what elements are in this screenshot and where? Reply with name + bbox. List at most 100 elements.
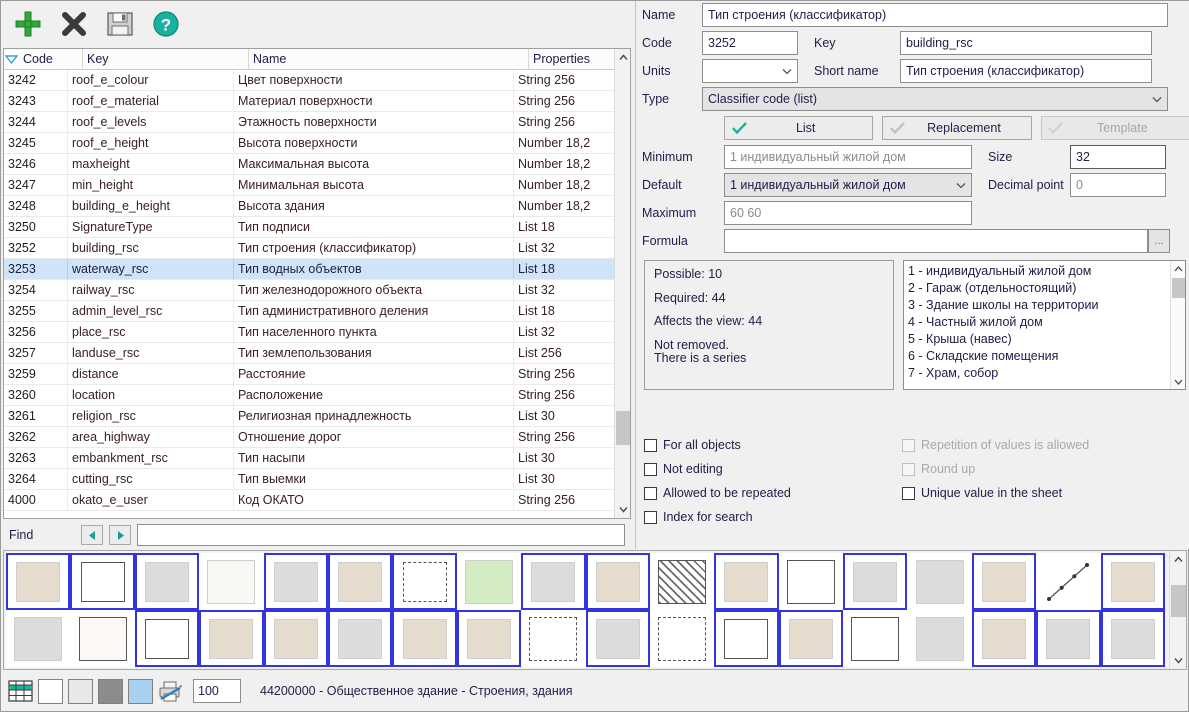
replacement-button[interactable]: Replacement — [882, 116, 1032, 140]
checkbox-for-all-objects[interactable]: For all objects — [644, 438, 902, 452]
palette-swatch[interactable] — [70, 610, 135, 667]
palette-vertical-scrollbar[interactable] — [1169, 551, 1186, 669]
palette-swatch[interactable] — [199, 610, 264, 667]
zoom-input[interactable]: 100 — [193, 679, 241, 703]
decimal-point-input[interactable]: 0 — [1070, 173, 1166, 197]
formula-browse-button[interactable]: ... — [1148, 229, 1170, 253]
checkbox-box[interactable] — [902, 486, 915, 500]
table-row[interactable]: 3255 admin_level_rsc Тип административного… — [4, 301, 630, 322]
palette-swatch[interactable] — [843, 610, 908, 667]
table-row[interactable]: 3257 landuse_rsc Тип землепользования List … — [4, 343, 630, 364]
printer-icon[interactable] — [158, 679, 184, 704]
key-input[interactable]: building_rsc — [900, 31, 1152, 55]
palette-swatch[interactable] — [843, 553, 908, 610]
palette-swatch[interactable] — [199, 553, 264, 610]
checkbox-box[interactable] — [644, 438, 657, 452]
table-row[interactable]: 3262 area_highway Отношение дорог String 25… — [4, 427, 630, 448]
checkbox-box[interactable] — [644, 462, 657, 476]
list-item[interactable]: 4 - Частный жилой дом — [908, 314, 1185, 331]
palette-swatch[interactable] — [649, 610, 715, 667]
list-item[interactable]: 6 - Складские помещения — [908, 348, 1185, 365]
palette-swatch[interactable] — [971, 610, 1037, 667]
table-row[interactable]: 3260 location Расположение String 256 — [4, 385, 630, 406]
scrollbar-thumb[interactable] — [616, 411, 630, 445]
palette-swatch[interactable] — [907, 553, 972, 610]
palette-swatch[interactable] — [456, 610, 522, 667]
palette-swatch[interactable] — [6, 553, 71, 610]
checkbox-box[interactable] — [644, 486, 657, 500]
table-row[interactable]: 3243 roof_e_material Материал поверхности S… — [4, 91, 630, 112]
list-item[interactable]: 2 - Гараж (отдельностоящий) — [908, 280, 1185, 297]
palette-swatch[interactable] — [585, 610, 650, 667]
scroll-down-icon[interactable] — [1171, 374, 1185, 389]
palette-swatch[interactable] — [521, 610, 586, 667]
maximum-input[interactable]: 60 60 — [724, 201, 972, 225]
minimum-input[interactable]: 1 индивидуальный жилой дом — [724, 145, 972, 169]
delete-icon[interactable] — [57, 7, 91, 41]
table-row[interactable]: 3259 distance Расстояние String 256 — [4, 364, 630, 385]
list-item[interactable]: 1 - индивидуальный жилой дом — [908, 263, 1185, 280]
table-row[interactable]: 3250 SignatureType Тип подписи List 18 — [4, 217, 630, 238]
help-icon[interactable]: ? — [149, 7, 183, 41]
palette-swatch[interactable] — [778, 553, 844, 610]
checkbox-allowed-to-be-repeated[interactable]: Allowed to be repeated — [644, 486, 902, 500]
scrollbar-thumb[interactable] — [1172, 278, 1185, 298]
table-row[interactable]: 3261 religion_rsc Религиозная принадлежнос… — [4, 406, 630, 427]
scroll-down-icon[interactable] — [615, 501, 630, 518]
palette-swatch[interactable] — [778, 610, 844, 667]
sort-descending-icon[interactable] — [4, 49, 19, 70]
color-swatch-white[interactable] — [38, 678, 63, 704]
find-input[interactable] — [137, 524, 625, 546]
short-name-input[interactable]: Тип строения (классификатор) — [900, 59, 1152, 83]
palette-swatch[interactable] — [907, 610, 972, 667]
palette-swatch[interactable] — [714, 610, 779, 667]
save-icon[interactable] — [103, 7, 137, 41]
palette-swatch[interactable] — [585, 553, 650, 610]
palette-swatch[interactable] — [263, 553, 328, 610]
scroll-up-icon[interactable] — [615, 49, 630, 66]
column-header-key[interactable]: Key — [83, 49, 249, 70]
color-swatch-light[interactable] — [68, 678, 93, 704]
palette-swatch[interactable] — [521, 553, 586, 610]
add-icon[interactable] — [11, 7, 45, 41]
scroll-down-icon[interactable] — [1170, 652, 1186, 669]
list-item[interactable]: 5 - Крыша (навес) — [908, 331, 1185, 348]
table-vertical-scrollbar[interactable] — [614, 49, 630, 518]
find-previous-icon[interactable] — [81, 525, 103, 545]
checkbox-not-editing[interactable]: Not editing — [644, 462, 902, 476]
table-row[interactable]: 3245 roof_e_height Высота поверхности Numbe… — [4, 133, 630, 154]
table-row[interactable]: 3244 roof_e_levels Этажность поверхности St… — [4, 112, 630, 133]
type-select[interactable]: Classifier code (list) — [702, 87, 1168, 111]
default-select[interactable]: 1 индивидуальный жилой дом — [724, 173, 972, 197]
name-input[interactable]: Тип строения (классификатор) — [702, 3, 1168, 27]
table-row[interactable]: 3248 building_e_height Высота здания Number… — [4, 196, 630, 217]
column-header-code[interactable]: Code — [19, 49, 83, 70]
palette-swatch[interactable] — [6, 610, 71, 667]
classifier-values-list[interactable]: 1 - индивидуальный жилой дом 2 - Гараж (о… — [903, 260, 1186, 390]
palette-swatch[interactable] — [456, 553, 522, 610]
palette-swatch[interactable] — [327, 553, 393, 610]
color-swatch-gray[interactable] — [98, 678, 123, 704]
palette-swatch[interactable] — [392, 610, 457, 667]
list-item[interactable]: 3 - Здание школы на территории — [908, 297, 1185, 314]
column-header-name[interactable]: Name — [249, 49, 529, 70]
palette-swatch[interactable] — [971, 553, 1037, 610]
palette-swatch[interactable] — [263, 610, 328, 667]
table-row[interactable]: 3242 roof_e_colour Цвет поверхности String … — [4, 70, 630, 91]
palette-swatch[interactable] — [134, 610, 200, 667]
palette-swatch[interactable] — [1100, 553, 1166, 610]
table-row[interactable]: 3264 cutting_rsc Тип выемки List 30 — [4, 469, 630, 490]
palette-swatch[interactable] — [134, 553, 200, 610]
palette-swatch[interactable] — [1036, 553, 1101, 610]
code-input[interactable]: 3252 — [702, 31, 798, 55]
palette-swatch[interactable] — [70, 553, 135, 610]
list-vertical-scrollbar[interactable] — [1170, 261, 1185, 389]
color-swatch-blue[interactable] — [128, 678, 153, 704]
palette-swatch[interactable] — [1036, 610, 1101, 667]
palette-swatch[interactable] — [1100, 610, 1166, 667]
list-item[interactable]: 7 - Храм, собор — [908, 365, 1185, 382]
table-row[interactable]: 3253 waterway_rsc Тип водных объектов List … — [4, 259, 630, 280]
scrollbar-thumb[interactable] — [1171, 585, 1186, 617]
checkbox-unique-value-in-sheet[interactable]: Unique value in the sheet — [902, 486, 1160, 500]
palette-swatch[interactable] — [649, 553, 715, 610]
